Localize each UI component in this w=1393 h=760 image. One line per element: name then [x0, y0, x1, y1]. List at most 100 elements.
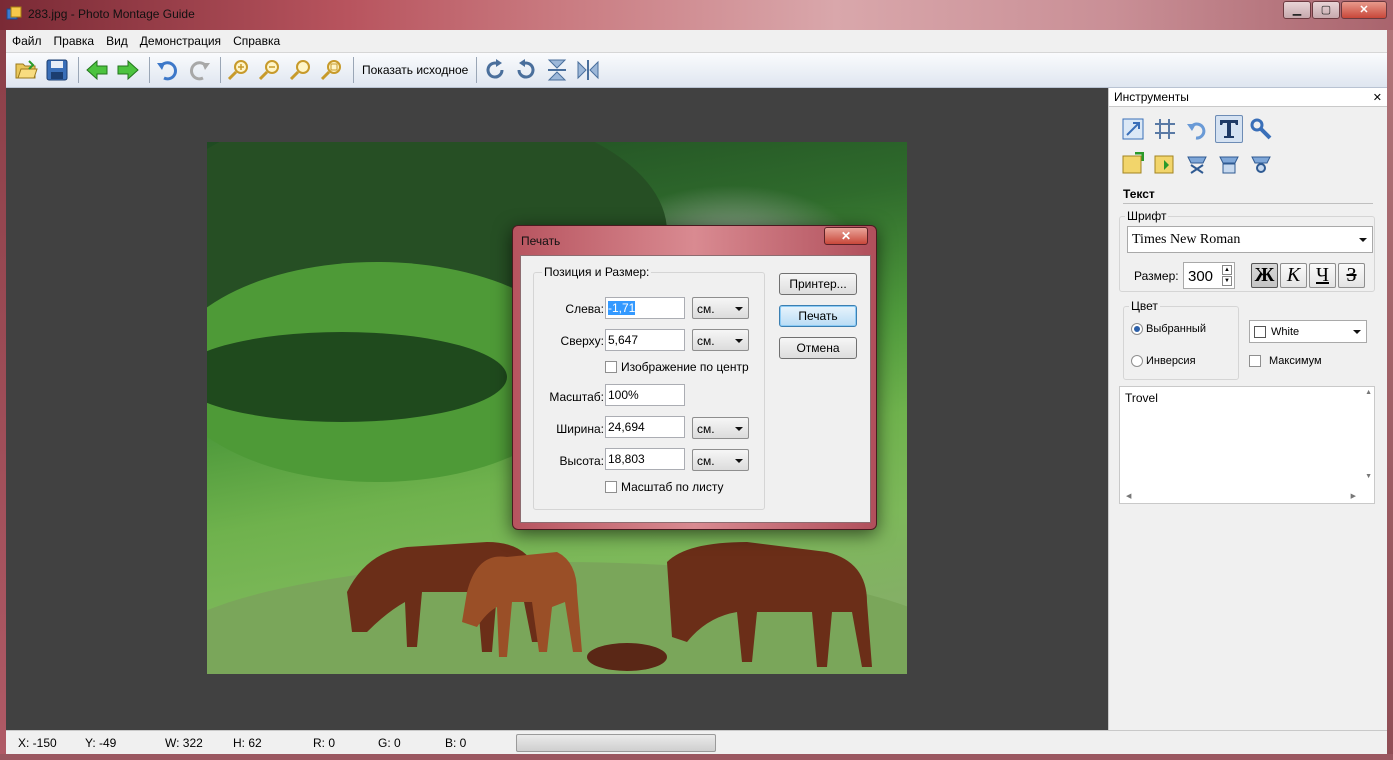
undo-tool-button[interactable] [1183, 115, 1211, 143]
status-x: X: -150 [18, 736, 57, 750]
open-button[interactable] [12, 56, 40, 84]
scroll-right-icon[interactable]: ▶ [1351, 492, 1356, 500]
size-label: Размер: [1134, 269, 1179, 283]
font-select[interactable]: Times New Roman [1127, 226, 1373, 253]
stepper-up-icon[interactable]: ▲ [1222, 265, 1232, 275]
zoom-out-button[interactable] [256, 56, 284, 84]
height-input-value: 18,803 [608, 452, 645, 466]
settings-tool-button[interactable] [1247, 115, 1275, 143]
mask-remove-icon [1187, 156, 1207, 174]
chevron-down-icon [735, 307, 743, 311]
zoom-out-icon [258, 60, 279, 81]
insert-layer-button[interactable] [1151, 149, 1179, 177]
selected-color-radio[interactable] [1131, 323, 1143, 335]
width-input-value: 24,694 [608, 420, 645, 434]
bold-button[interactable]: Ж [1251, 263, 1278, 288]
width-input[interactable]: 24,694 [605, 416, 685, 438]
back-button[interactable] [83, 56, 111, 84]
progress-bar [516, 734, 716, 752]
curved-arrow-icon [1187, 122, 1206, 140]
width-unit-select[interactable]: см. [692, 417, 749, 439]
size-value: 300 [1188, 268, 1214, 285]
chevron-down-icon [735, 427, 743, 431]
underline-button[interactable]: Ч [1309, 263, 1336, 288]
save-button[interactable] [43, 56, 71, 84]
scroll-up-icon[interactable]: ▲ [1365, 389, 1372, 396]
show-original-button[interactable]: Показать исходное [358, 63, 472, 77]
menu-file[interactable]: Файл [6, 34, 48, 48]
tools-panel-title: Инструменты [1114, 90, 1189, 104]
color-select-value: White [1271, 326, 1300, 338]
strikethrough-button[interactable]: З [1338, 263, 1365, 288]
add-layer-button[interactable] [1119, 149, 1147, 177]
toolbar: Показать исходное [6, 53, 1387, 88]
zoom-fit-button[interactable] [287, 56, 315, 84]
left-input-value: -1,71 [608, 301, 636, 315]
zoom-in-button[interactable] [225, 56, 253, 84]
scale-input[interactable]: 100% [605, 384, 685, 406]
text-input-value: Trovel [1125, 391, 1158, 405]
menu-view[interactable]: Вид [100, 34, 134, 48]
scale-input-value: 100% [608, 388, 639, 402]
window-frame-right [1387, 30, 1393, 760]
left-unit-select[interactable]: см. [692, 297, 749, 319]
width-label: Ширина: [556, 422, 604, 436]
status-blue: B: 0 [445, 736, 467, 750]
stepper-down-icon[interactable]: ▼ [1222, 276, 1232, 286]
rotate-ccw-button[interactable] [512, 56, 540, 84]
zoom-actual-icon [320, 60, 341, 81]
center-image-checkbox[interactable] [605, 361, 617, 373]
menu-edit[interactable]: Правка [48, 34, 101, 48]
mask-remove-button[interactable] [1183, 149, 1211, 177]
italic-button[interactable]: К [1280, 263, 1307, 288]
cancel-button[interactable]: Отмена [779, 337, 857, 359]
position-size-label: Позиция и Размер: [542, 265, 652, 279]
crop-tool-button[interactable] [1151, 115, 1179, 143]
tools-row-2 [1109, 143, 1387, 177]
status-red: R: 0 [313, 736, 336, 750]
height-input[interactable]: 18,803 [605, 448, 685, 470]
toolbar-separator [220, 57, 221, 83]
height-label: Высота: [559, 454, 604, 468]
forward-button[interactable] [114, 56, 142, 84]
flip-horizontal-icon [577, 60, 599, 80]
tools-panel-close-button[interactable]: ✕ [1373, 91, 1382, 104]
inverse-color-radio[interactable] [1131, 355, 1143, 367]
mask-settings-button[interactable] [1247, 149, 1275, 177]
close-button[interactable]: ✕ [1341, 1, 1387, 19]
status-green: G: 0 [378, 736, 401, 750]
top-unit-select[interactable]: см. [692, 329, 749, 351]
resize-tool-button[interactable] [1119, 115, 1147, 143]
fit-to-page-checkbox[interactable] [605, 481, 617, 493]
left-input[interactable]: -1,71 [605, 297, 685, 319]
maximum-checkbox[interactable] [1249, 355, 1261, 367]
flip-horizontal-button[interactable] [574, 56, 602, 84]
top-input[interactable]: 5,647 [605, 329, 685, 351]
maximize-button[interactable]: ▢ [1312, 1, 1340, 19]
print-dialog-title: Печать [521, 234, 561, 248]
mask-button[interactable] [1215, 149, 1243, 177]
status-width: W: 322 [165, 736, 203, 750]
text-input-area[interactable]: Trovel ▲ ▼ ◀ ▶ [1119, 386, 1375, 504]
top-input-value: 5,647 [608, 333, 639, 347]
height-unit-select[interactable]: см. [692, 449, 749, 471]
zoom-actual-button[interactable] [318, 56, 346, 84]
undo-button[interactable] [154, 56, 182, 84]
scroll-left-icon[interactable]: ◀ [1126, 492, 1131, 500]
size-stepper[interactable]: 300 ▲ ▼ [1183, 262, 1235, 289]
scroll-down-icon[interactable]: ▼ [1365, 473, 1372, 480]
inverse-color-label: Инверсия [1146, 355, 1196, 367]
menu-demo[interactable]: Демонстрация [134, 34, 227, 48]
flip-vertical-button[interactable] [543, 56, 571, 84]
print-button[interactable]: Печать [779, 305, 857, 327]
color-select[interactable]: White [1249, 320, 1367, 343]
text-section-title: Текст [1123, 187, 1373, 204]
menu-help[interactable]: Справка [227, 34, 286, 48]
printer-button[interactable]: Принтер... [779, 273, 857, 295]
rotate-cw-button[interactable] [481, 56, 509, 84]
zoom-fit-icon [289, 60, 310, 81]
minimize-button[interactable]: ▁ [1283, 1, 1311, 19]
print-dialog-close-button[interactable]: ✕ [824, 227, 868, 245]
redo-button[interactable] [185, 56, 213, 84]
text-tool-button[interactable] [1215, 115, 1243, 143]
